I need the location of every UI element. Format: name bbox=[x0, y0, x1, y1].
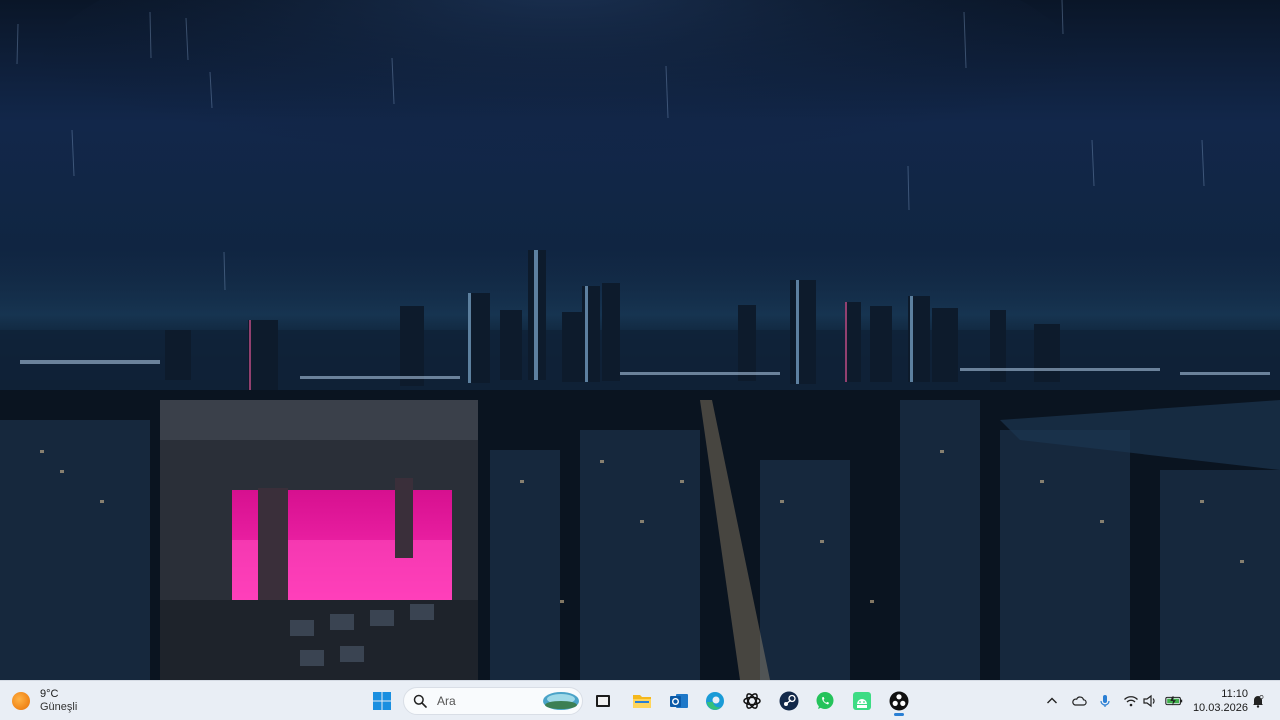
outlook-icon bbox=[670, 694, 688, 708]
android-icon bbox=[853, 692, 871, 710]
folder-icon bbox=[633, 695, 651, 708]
task-view-icon bbox=[596, 695, 610, 707]
volume-button[interactable] bbox=[1142, 687, 1158, 715]
desktop-wallpaper bbox=[0, 0, 1280, 680]
sun-icon bbox=[12, 692, 30, 710]
microphone-button[interactable] bbox=[1097, 687, 1113, 715]
search-highlight-icon[interactable] bbox=[541, 690, 581, 712]
whatsapp-button[interactable] bbox=[808, 685, 842, 717]
active-indicator bbox=[894, 713, 904, 716]
windows-logo-icon bbox=[373, 692, 391, 710]
task-view-button[interactable] bbox=[586, 685, 620, 717]
bell-icon bbox=[1253, 695, 1264, 708]
search-input[interactable] bbox=[435, 693, 519, 709]
weather-condition: Güneşli bbox=[40, 701, 78, 713]
search-box[interactable] bbox=[403, 687, 583, 715]
weather-temperature: 9°C bbox=[40, 688, 59, 700]
start-button[interactable] bbox=[368, 686, 396, 716]
weather-widget[interactable]: 9°C Güneşli bbox=[12, 685, 102, 717]
wallpaper-cityscape bbox=[0, 0, 1280, 680]
whatsapp-icon bbox=[816, 692, 834, 709]
obs-button[interactable] bbox=[882, 685, 916, 717]
battery-button[interactable] bbox=[1163, 687, 1185, 715]
edge-icon bbox=[706, 692, 724, 710]
clock-time: 11:10 bbox=[1221, 688, 1248, 700]
chatgpt-button[interactable] bbox=[735, 685, 769, 717]
clock[interactable]: 11:10 10.03.2026 bbox=[1190, 685, 1248, 717]
onedrive-button[interactable] bbox=[1069, 687, 1089, 715]
wifi-icon bbox=[1124, 696, 1138, 707]
chatgpt-icon bbox=[743, 693, 761, 709]
notifications-button[interactable] bbox=[1250, 687, 1266, 715]
speaker-icon bbox=[1143, 694, 1155, 708]
clock-date: 10.03.2026 bbox=[1192, 702, 1248, 714]
obs-icon bbox=[889, 691, 909, 711]
edge-button[interactable] bbox=[698, 685, 732, 717]
taskbar: 9°C Güneşli Ara 11:10 10.03.2026 bbox=[0, 680, 1280, 720]
network-button[interactable] bbox=[1123, 687, 1139, 715]
battery-icon bbox=[1165, 696, 1183, 706]
cloud-icon bbox=[1072, 696, 1087, 706]
microphone-icon bbox=[1100, 695, 1110, 707]
outlook-button[interactable] bbox=[662, 685, 696, 717]
steam-icon bbox=[779, 691, 799, 711]
show-hidden-icons-button[interactable] bbox=[1044, 687, 1060, 715]
steam-button[interactable] bbox=[772, 685, 806, 717]
chevron-up-icon bbox=[1047, 697, 1057, 704]
file-explorer-button[interactable] bbox=[625, 685, 659, 717]
android-studio-button[interactable] bbox=[845, 685, 879, 717]
search-icon bbox=[413, 694, 427, 708]
